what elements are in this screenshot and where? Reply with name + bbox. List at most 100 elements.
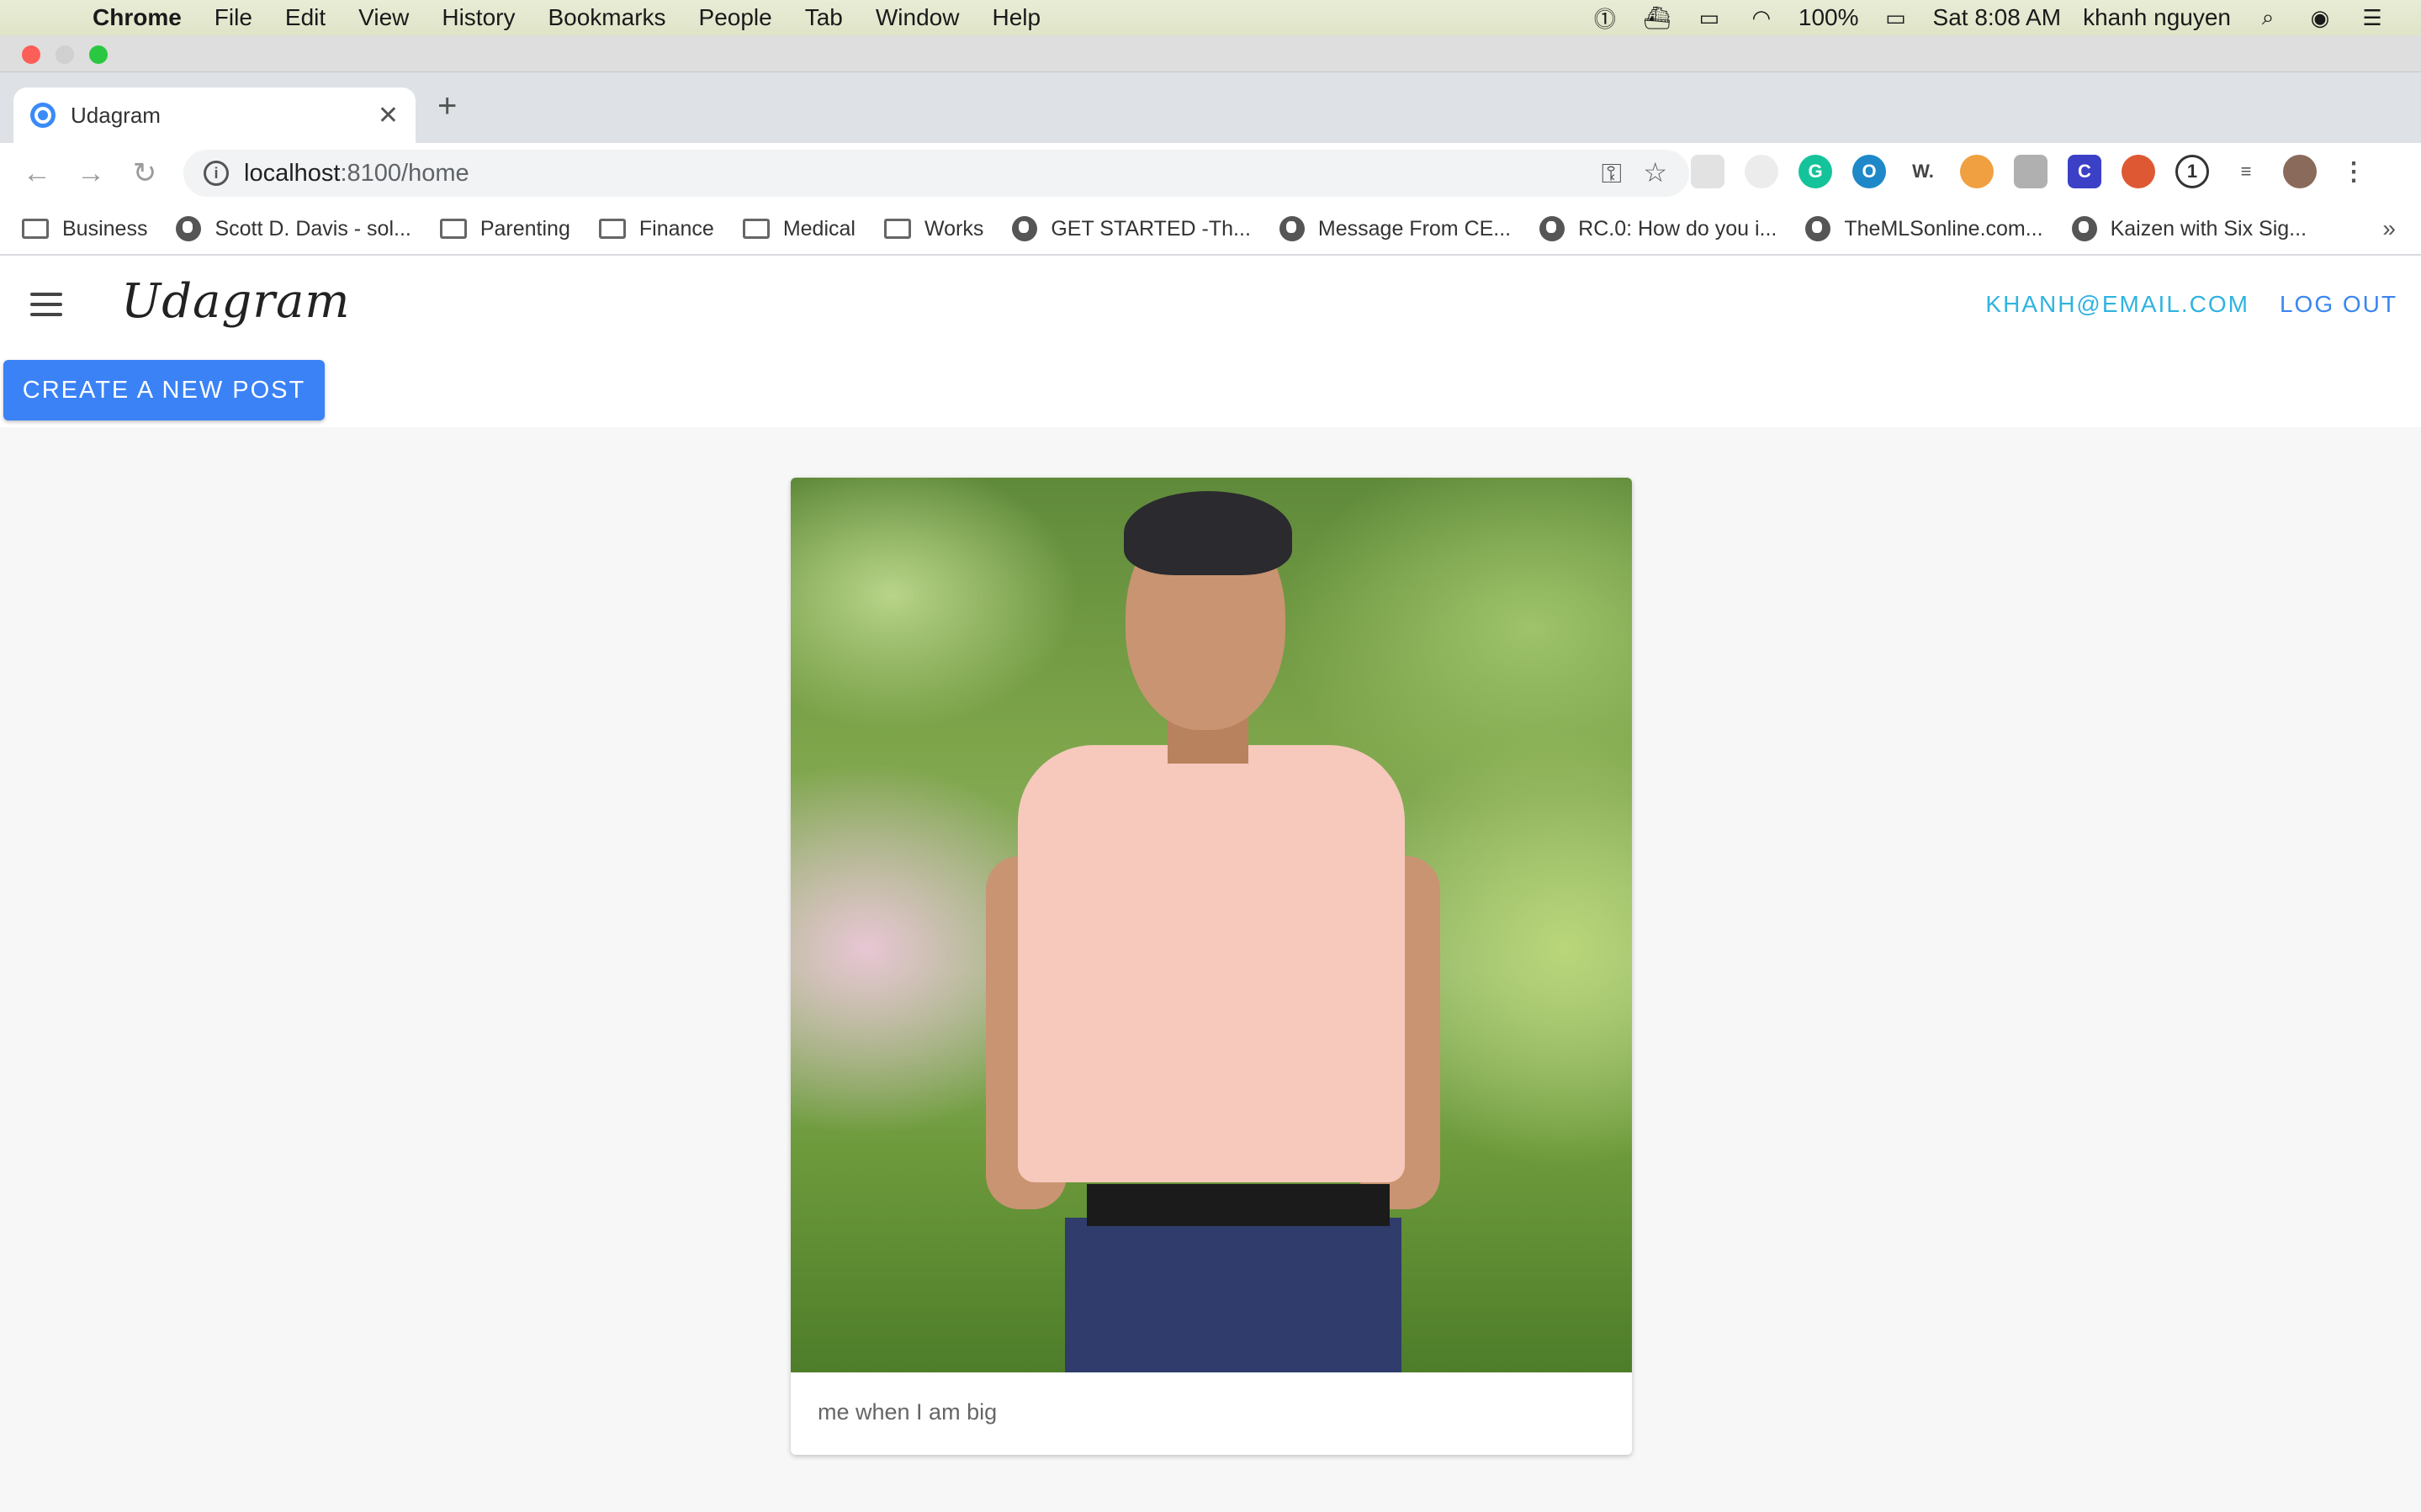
tab-title: Udagram bbox=[71, 102, 161, 128]
photo-person-belt bbox=[1087, 1184, 1390, 1226]
globe-icon bbox=[1805, 216, 1831, 241]
minimize-window-button[interactable] bbox=[56, 45, 74, 64]
app-header: Udagram KHANH@EMAIL.COM LOG OUT bbox=[0, 256, 2421, 353]
menu-people[interactable]: People bbox=[699, 4, 772, 31]
key-icon[interactable]: ⚿ bbox=[1602, 158, 1622, 190]
menu-hamburger-icon[interactable] bbox=[30, 293, 62, 316]
user-email-link[interactable]: KHANH@EMAIL.COM bbox=[1985, 291, 2249, 318]
globe-icon bbox=[1279, 216, 1305, 241]
bookmark-item[interactable]: Business bbox=[22, 217, 147, 241]
menu-app-name[interactable]: Chrome bbox=[93, 4, 182, 31]
globe-icon bbox=[176, 216, 202, 241]
docker-icon[interactable]: ⛴ bbox=[1642, 5, 1672, 30]
menu-tab[interactable]: Tab bbox=[805, 4, 843, 31]
extension-c-icon[interactable]: C bbox=[2068, 155, 2101, 188]
ionic-favicon-icon bbox=[30, 103, 56, 128]
back-arrow-icon[interactable]: ← bbox=[10, 157, 64, 190]
duckduckgo-icon[interactable] bbox=[2122, 155, 2155, 188]
bookmark-item[interactable]: RC.0: How do you i... bbox=[1539, 216, 1777, 241]
bookmark-item[interactable]: Scott D. Davis - sol... bbox=[176, 216, 411, 241]
folder-icon bbox=[742, 219, 770, 239]
password-manager-icon[interactable]: ⓵ bbox=[1590, 5, 1620, 32]
tab-udagram[interactable]: Udagram ✕ bbox=[13, 87, 416, 143]
globe-icon bbox=[1539, 216, 1565, 241]
media-controls-icon[interactable]: ≡ bbox=[2229, 155, 2263, 188]
app-brand-logo: Udagram bbox=[121, 274, 351, 329]
logout-button[interactable]: LOG OUT bbox=[2280, 291, 2397, 318]
bookmark-label: Message From CE... bbox=[1317, 216, 1512, 241]
spotlight-search-icon[interactable]: ⌕ bbox=[2253, 4, 2283, 30]
url-path: :8100/home bbox=[340, 159, 469, 187]
window-titlebar bbox=[0, 35, 2421, 72]
create-post-button[interactable]: CREATE A NEW POST bbox=[3, 360, 325, 420]
bookmark-star-icon[interactable]: ☆ bbox=[1643, 156, 1667, 188]
bookmark-item[interactable]: Medical bbox=[742, 216, 856, 241]
bookmark-label: Finance bbox=[638, 216, 714, 241]
forward-arrow-icon[interactable]: → bbox=[64, 157, 118, 190]
menu-view[interactable]: View bbox=[358, 4, 409, 31]
url-host: localhost bbox=[244, 159, 341, 187]
bookmark-label: Parenting bbox=[479, 216, 570, 241]
bookmark-item[interactable]: Message From CE... bbox=[1279, 216, 1511, 241]
menu-window[interactable]: Window bbox=[876, 4, 960, 31]
extension-gray-icon[interactable] bbox=[2014, 155, 2048, 188]
battery-icon[interactable]: ▭ bbox=[1881, 5, 1911, 30]
wifi-icon[interactable]: ◠ bbox=[1746, 5, 1777, 30]
menu-edit[interactable]: Edit bbox=[285, 4, 326, 31]
bookmark-label: Kaizen with Six Sig... bbox=[2110, 216, 2307, 241]
post-card: me when I am big bbox=[791, 478, 1632, 1455]
bookmark-item[interactable]: Finance bbox=[598, 216, 714, 241]
notification-center-icon[interactable]: ☰ bbox=[2357, 5, 2387, 30]
menu-history[interactable]: History bbox=[442, 4, 515, 31]
zoom-window-button[interactable] bbox=[89, 45, 108, 64]
onepassword-icon[interactable]: 1 bbox=[2175, 155, 2209, 188]
bookmark-label: RC.0: How do you i... bbox=[1578, 216, 1777, 241]
bookmark-item[interactable]: GET STARTED -Th... bbox=[1012, 216, 1251, 241]
photo-person-pants bbox=[1065, 1218, 1401, 1372]
bookmark-label: Business bbox=[62, 216, 148, 241]
site-info-icon[interactable]: i bbox=[204, 161, 229, 186]
profile-avatar[interactable] bbox=[2283, 155, 2317, 188]
menu-file[interactable]: File bbox=[215, 4, 252, 31]
post-photo bbox=[791, 478, 1632, 1372]
tab-strip: Udagram ✕ bbox=[0, 72, 2421, 143]
grammarly-icon[interactable]: G bbox=[1799, 155, 1832, 188]
menu-user[interactable]: khanh nguyen bbox=[2083, 4, 2231, 31]
menu-bookmarks[interactable]: Bookmarks bbox=[548, 4, 665, 31]
reload-icon[interactable]: ↻ bbox=[118, 156, 172, 190]
extension-circle-icon[interactable]: O bbox=[1852, 155, 1886, 188]
close-window-button[interactable] bbox=[22, 45, 40, 64]
action-bar: CREATE A NEW POST bbox=[0, 353, 2421, 427]
bookmark-label: GET STARTED -Th... bbox=[1051, 216, 1251, 241]
new-tab-plus-icon[interactable]: + bbox=[437, 87, 457, 125]
bookmark-item[interactable]: Works bbox=[883, 216, 984, 241]
folder-icon bbox=[598, 219, 626, 239]
battery-percent: 100% bbox=[1798, 4, 1859, 30]
menu-clock[interactable]: Sat 8:08 AM bbox=[1933, 4, 2062, 31]
close-tab-icon[interactable]: ✕ bbox=[378, 101, 399, 130]
bookmark-label: Works bbox=[924, 216, 984, 241]
globe-icon bbox=[2071, 216, 2097, 241]
bookmark-item[interactable]: Parenting bbox=[439, 216, 570, 241]
bookmark-label: TheMLSonline.com... bbox=[1844, 216, 2043, 241]
folder-icon bbox=[883, 219, 911, 239]
extension-grid-icon[interactable] bbox=[1691, 155, 1724, 188]
extension-icons: G O W. C 1 ≡ ⋮ bbox=[1691, 155, 2371, 188]
address-bar[interactable]: i localhost:8100/home ⚿ ☆ bbox=[183, 150, 1689, 197]
extension-w-icon[interactable]: W. bbox=[1906, 155, 1940, 188]
bookmark-item[interactable]: TheMLSonline.com... bbox=[1805, 216, 2043, 241]
cookie-icon[interactable] bbox=[1960, 155, 1994, 188]
menu-help[interactable]: Help bbox=[992, 4, 1041, 31]
airplay-icon[interactable]: ▭ bbox=[1694, 5, 1724, 30]
chrome-menu-icon[interactable]: ⋮ bbox=[2337, 155, 2371, 188]
macos-menu-bar: Chrome File Edit View History Bookmarks … bbox=[0, 0, 2421, 35]
folder-icon bbox=[439, 219, 467, 239]
extension-timer-icon[interactable] bbox=[1745, 155, 1778, 188]
bookmark-label: Medical bbox=[782, 216, 856, 241]
globe-icon bbox=[1012, 216, 1038, 241]
photo-person-hair bbox=[1124, 491, 1292, 575]
bookmark-item[interactable]: Kaizen with Six Sig... bbox=[2071, 216, 2307, 241]
photo-person-shirt bbox=[1018, 745, 1405, 1182]
more-bookmarks-chevron-icon[interactable]: » bbox=[2382, 215, 2396, 242]
siri-icon[interactable]: ◉ bbox=[2305, 5, 2335, 30]
